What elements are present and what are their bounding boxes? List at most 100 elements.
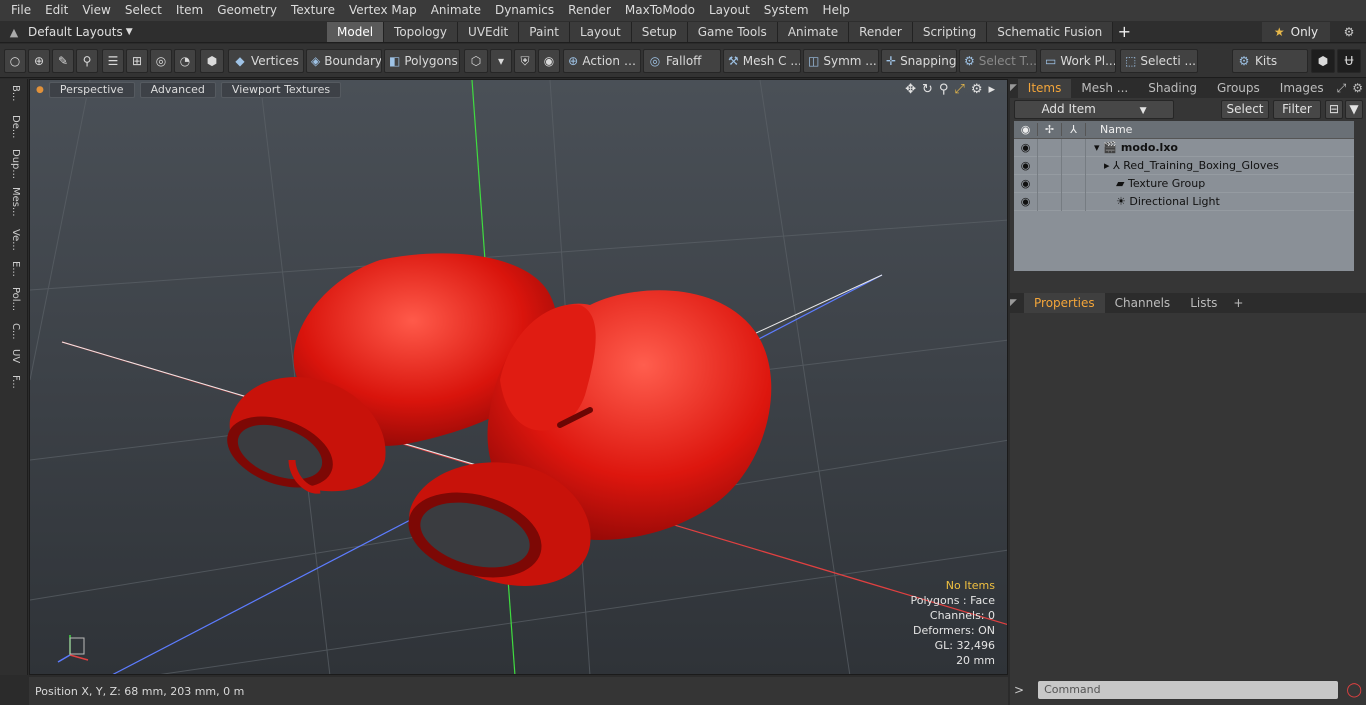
layouts-selector[interactable]: ▲ Default Layouts ▼ <box>0 21 133 43</box>
filter-button[interactable]: Filter <box>1273 100 1321 119</box>
tab-items[interactable]: Items <box>1017 79 1072 98</box>
left-tab-curve[interactable]: C... <box>5 323 21 345</box>
boundary-button[interactable]: ◈ Boundary <box>306 49 382 73</box>
menu-maxtomodo[interactable]: MaxToModo <box>618 0 702 21</box>
tab-scripting[interactable]: Scripting <box>912 22 988 42</box>
mesh-constraint-button[interactable]: ⚒ Mesh C ... <box>723 49 801 73</box>
tab-groups[interactable]: Groups <box>1207 79 1270 98</box>
selection-sets-button[interactable]: ⬚ Selecti ... <box>1120 49 1198 73</box>
symmetry-button[interactable]: ◫ Symm ... <box>803 49 879 73</box>
item-mode-icon[interactable]: ⬢ <box>200 49 224 73</box>
left-tab-uv[interactable]: UV <box>5 349 21 371</box>
tab-setup[interactable]: Setup <box>631 22 688 42</box>
unreal-icon[interactable]: Ʉ <box>1337 49 1361 73</box>
menu-item[interactable]: Item <box>169 0 210 21</box>
left-tab-vertex[interactable]: Ve... <box>5 229 21 257</box>
falloff-button[interactable]: ◎ Falloff <box>643 49 721 73</box>
menu-help[interactable]: Help <box>816 0 857 21</box>
perspective-button[interactable]: Perspective <box>48 82 135 98</box>
expand-arrow-icon[interactable]: ▸ <box>1104 159 1110 172</box>
polygons-button[interactable]: ◧ Polygons <box>384 49 460 73</box>
sphere-icon[interactable]: ◉ <box>538 49 560 73</box>
eye-icon[interactable]: ◉ <box>1014 156 1038 175</box>
tab-properties[interactable]: Properties <box>1024 293 1105 313</box>
tab-uvedit[interactable]: UVEdit <box>458 22 520 42</box>
command-input[interactable]: Command <box>1038 681 1339 699</box>
move-icon[interactable]: ✥ <box>905 82 916 97</box>
tab-lists[interactable]: Lists <box>1180 293 1227 313</box>
menu-select[interactable]: Select <box>118 0 169 21</box>
tab-schematic-fusion[interactable]: Schematic Fusion <box>987 22 1114 42</box>
frame-icon[interactable]: ◎ <box>150 49 172 73</box>
item-row-texture-group[interactable]: ◉ ▰ Texture Group <box>1014 174 1354 193</box>
pie-icon[interactable]: ◔ <box>174 49 196 73</box>
fit-icon[interactable]: ⤢ <box>954 82 964 97</box>
tab-model[interactable]: Model <box>327 22 385 42</box>
tab-animate[interactable]: Animate <box>777 22 850 42</box>
advanced-button[interactable]: Advanced <box>139 82 216 98</box>
left-tab-polygon[interactable]: Pol... <box>5 287 21 319</box>
tab-render[interactable]: Render <box>849 22 913 42</box>
eye-icon[interactable]: ◉ <box>1014 174 1038 193</box>
menu-system[interactable]: System <box>757 0 816 21</box>
rotate-icon[interactable]: ↻ <box>922 82 933 97</box>
menu-vertex-map[interactable]: Vertex Map <box>342 0 424 21</box>
tab-topology[interactable]: Topology <box>384 22 459 42</box>
select-button[interactable]: Select <box>1221 100 1269 119</box>
viewport-textures-button[interactable]: Viewport Textures <box>220 82 342 98</box>
eye-icon[interactable]: ◉ <box>1014 138 1038 157</box>
menu-file[interactable]: File <box>4 0 38 21</box>
3d-viewport[interactable]: ● Perspective Advanced Viewport Textures… <box>29 79 1008 675</box>
item-row-scene[interactable]: ◉ ▾ 🎬 modo.lxo <box>1014 138 1354 157</box>
menu-geometry[interactable]: Geometry <box>210 0 284 21</box>
pen-icon[interactable]: ✎ <box>52 49 74 73</box>
tab-layout[interactable]: Layout <box>569 22 632 42</box>
chevron-down-icon[interactable]: ▾ <box>490 49 512 73</box>
globe-icon[interactable]: ⊕ <box>28 49 50 73</box>
action-button[interactable]: ⊕ Action… <box>563 49 641 73</box>
panel-gear-icon[interactable]: ⚙ <box>1349 79 1366 98</box>
tab-game-tools[interactable]: Game Tools <box>687 22 778 42</box>
settings-icon[interactable]: ⚙ <box>971 82 983 97</box>
brush-icon[interactable]: ⚲ <box>76 49 98 73</box>
funnel-icon[interactable]: ▼ <box>1345 100 1363 119</box>
work-plane-button[interactable]: ▭ Work Pl... <box>1040 49 1116 73</box>
zoom-icon[interactable]: ⚲ <box>939 82 949 97</box>
snapping-button[interactable]: ✛ Snapping <box>881 49 957 73</box>
tab-paint[interactable]: Paint <box>519 22 570 42</box>
expand-arrow-icon[interactable]: ▾ <box>1094 141 1100 154</box>
center-icon[interactable]: ⊞ <box>126 49 148 73</box>
add-tab-icon[interactable]: + <box>1227 293 1249 313</box>
only-button[interactable]: ★ Only <box>1262 22 1330 42</box>
add-item-button[interactable]: Add Item ▼ <box>1014 100 1174 119</box>
left-tab-basic[interactable]: B... <box>5 85 21 111</box>
left-tab-duplicate[interactable]: Dup... <box>5 149 21 183</box>
tab-images[interactable]: Images <box>1270 79 1334 98</box>
left-tab-fusion[interactable]: F... <box>5 375 21 401</box>
menu-render[interactable]: Render <box>561 0 618 21</box>
vertices-button[interactable]: ◆ Vertices <box>228 49 304 73</box>
unity-icon[interactable]: ⬢ <box>1311 49 1335 73</box>
tab-channels[interactable]: Channels <box>1105 293 1181 313</box>
expand-icon[interactable]: ⤢ <box>1334 79 1350 98</box>
add-tab-icon[interactable]: + <box>1113 22 1135 42</box>
menu-animate[interactable]: Animate <box>424 0 488 21</box>
item-row-directional-light[interactable]: ◉ ☀ Directional Light <box>1014 192 1354 211</box>
align-icon[interactable]: ☰ <box>102 49 124 73</box>
collapse-icon[interactable]: ⊟ <box>1325 100 1343 119</box>
shield-icon[interactable]: ⛨ <box>514 49 536 73</box>
circle-select-icon[interactable]: ○ <box>4 49 26 73</box>
gear-icon[interactable]: ⚙ <box>1337 22 1361 42</box>
record-icon[interactable]: ◯ <box>1346 682 1362 698</box>
left-tab-deform[interactable]: De... <box>5 115 21 145</box>
item-row-gloves[interactable]: ◉ ▸ ⅄ Red_Training_Boxing_Gloves <box>1014 156 1354 175</box>
material-icon[interactable]: ⬡ <box>464 49 488 73</box>
menu-dynamics[interactable]: Dynamics <box>488 0 561 21</box>
left-tab-mesh-edit[interactable]: Mes... <box>5 187 21 225</box>
menu-edit[interactable]: Edit <box>38 0 75 21</box>
tab-mesh[interactable]: Mesh ... <box>1071 79 1138 98</box>
kits-button[interactable]: ⚙ Kits <box>1232 49 1308 73</box>
menu-view[interactable]: View <box>75 0 117 21</box>
tab-shading[interactable]: Shading <box>1138 79 1207 98</box>
eye-icon[interactable]: ◉ <box>1014 192 1038 211</box>
